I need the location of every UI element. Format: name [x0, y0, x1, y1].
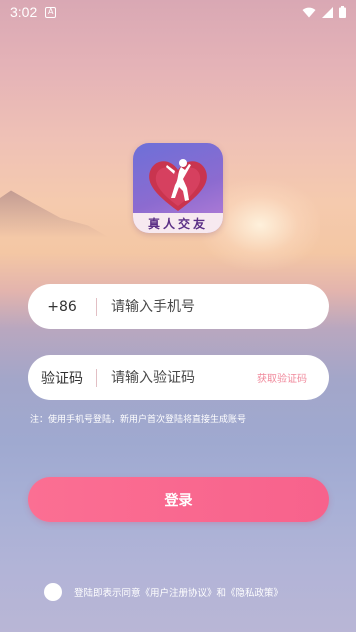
- app-logo: 真人交友: [133, 143, 223, 233]
- battery-icon: [339, 6, 346, 18]
- status-bar: 3:02 A: [0, 0, 356, 24]
- background-cliff: [0, 190, 110, 238]
- code-label: 验证码: [41, 370, 83, 387]
- status-time: 3:02: [10, 4, 38, 20]
- status-icons: [302, 6, 346, 18]
- get-code-button[interactable]: 获取验证码: [257, 370, 307, 385]
- notification-badge: A: [45, 6, 57, 18]
- phone-input[interactable]: [97, 298, 237, 315]
- agreement-row: 登陆即表示同意《用户注册协议》和《隐私政策》: [44, 583, 283, 601]
- login-button[interactable]: 登录: [28, 477, 329, 522]
- agreement-checkbox[interactable]: [44, 583, 62, 601]
- agreement-text[interactable]: 登陆即表示同意《用户注册协议》和《隐私政策》: [74, 585, 283, 599]
- phone-field[interactable]: +86: [28, 284, 329, 329]
- code-field[interactable]: 验证码 获取验证码: [28, 355, 329, 400]
- app-logo-label: 真人交友: [133, 213, 223, 233]
- signal-icon: [322, 6, 333, 18]
- country-code[interactable]: +86: [28, 299, 96, 315]
- wifi-icon: [302, 7, 316, 17]
- login-hint: 注：使用手机号登陆，新用户首次登陆将直接生成账号: [30, 415, 247, 425]
- code-input[interactable]: [97, 369, 237, 386]
